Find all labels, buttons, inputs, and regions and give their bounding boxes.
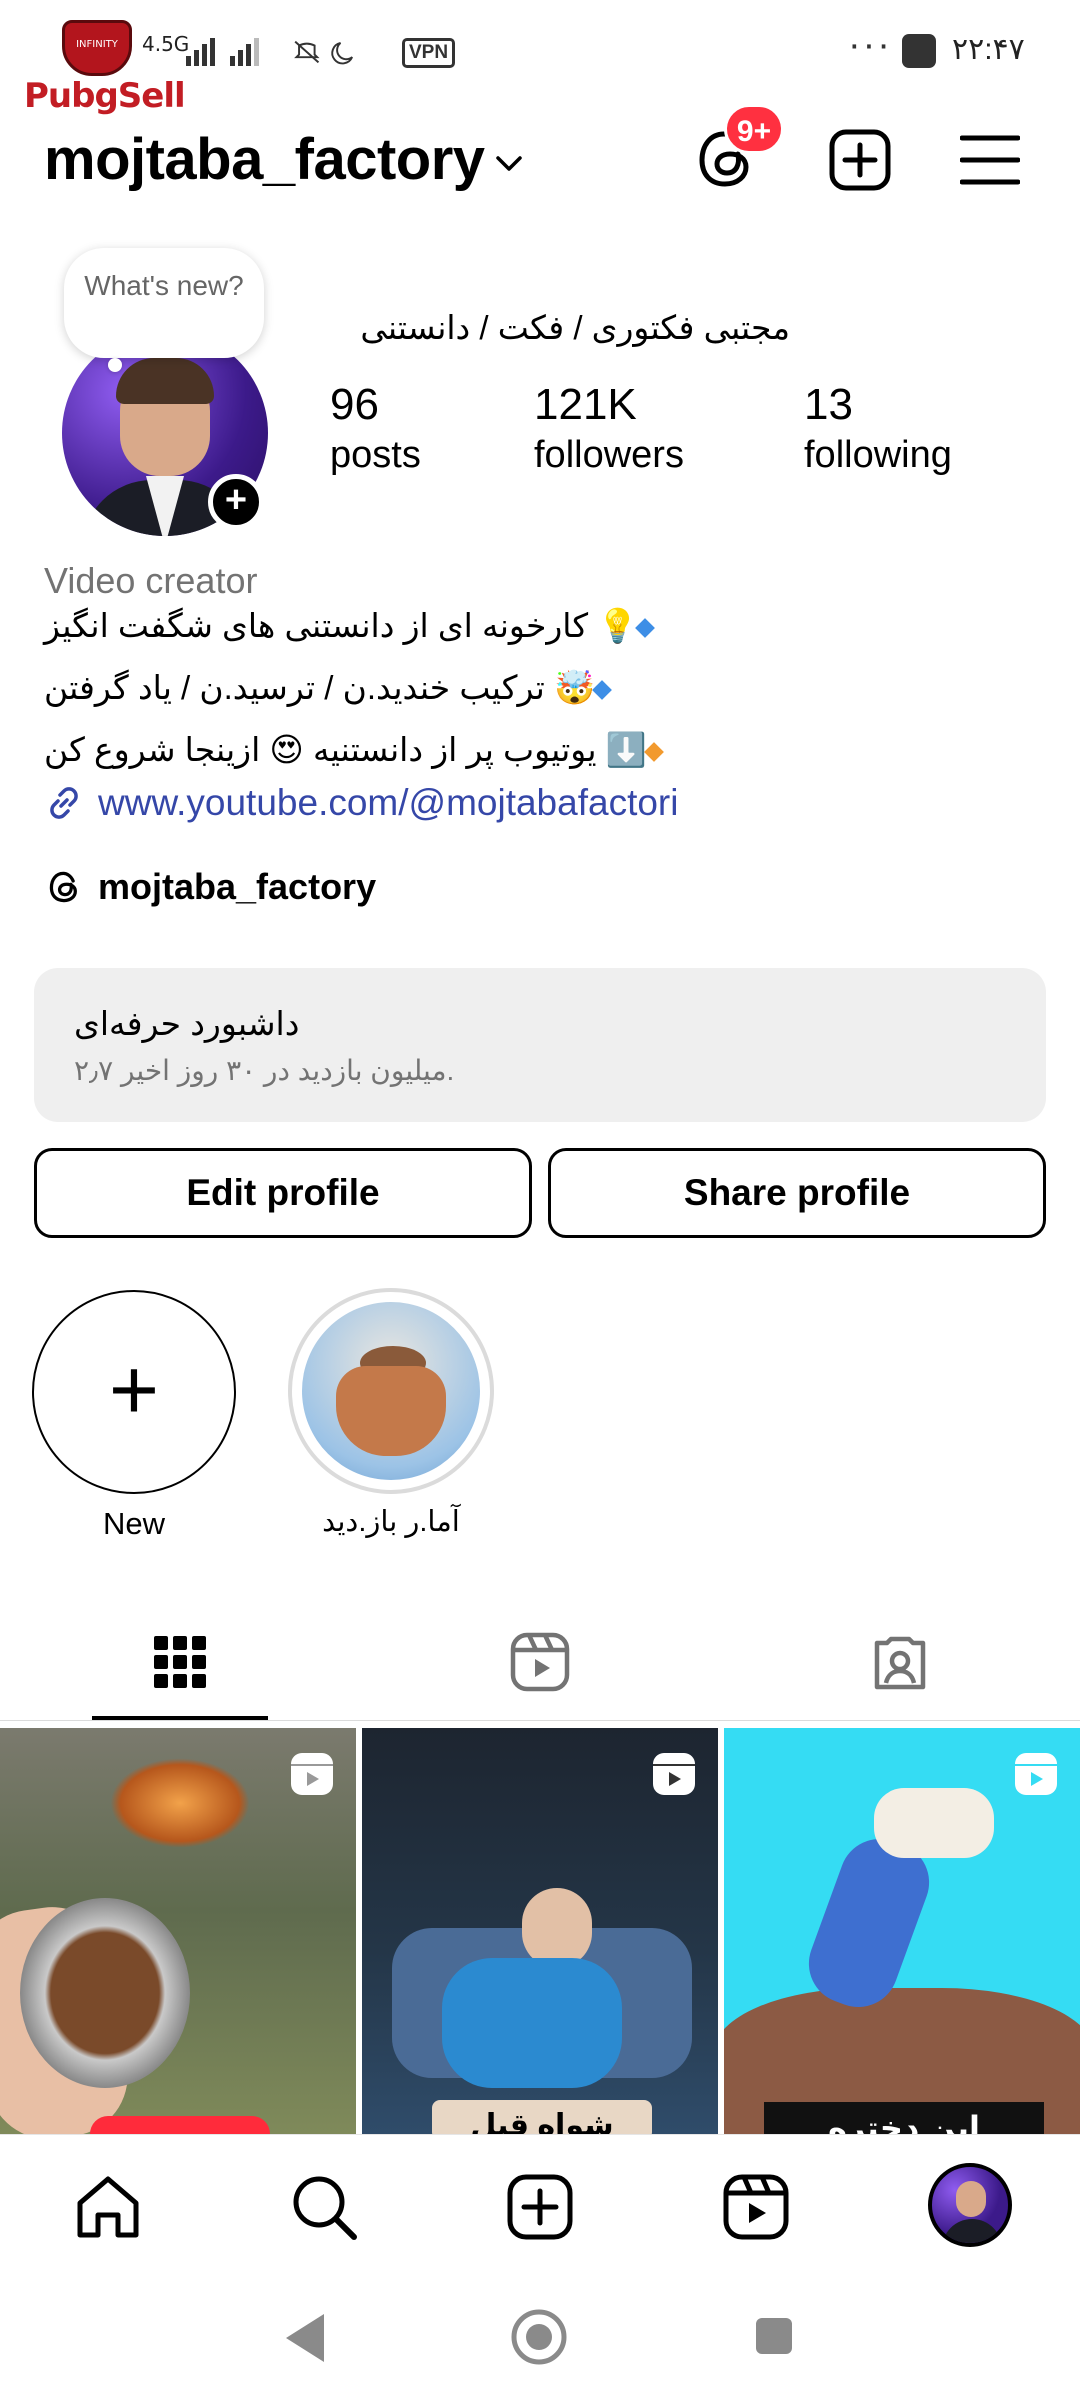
mute-moon-icons [294, 40, 354, 65]
note-bubble[interactable]: What's new? [64, 248, 264, 358]
stat-following[interactable]: 13 following [804, 380, 952, 477]
profile-tabs [0, 1604, 1080, 1724]
back-icon[interactable] [280, 2310, 330, 2366]
link-icon [50, 787, 78, 819]
logo-text: PubgSell [24, 76, 186, 116]
stat-posts[interactable]: 96 posts [330, 380, 421, 477]
signal-icon [186, 38, 259, 66]
notification-badge: 9+ [724, 104, 784, 154]
full-name: مجتبی فکتوری / فکت / دانستنی [360, 309, 790, 346]
threads-icon [49, 871, 77, 903]
chevron-down-icon[interactable] [492, 146, 526, 180]
create-post-icon[interactable] [828, 128, 892, 192]
post-thumbnail[interactable] [0, 1728, 356, 2134]
diamond-bullet-icon [592, 680, 612, 701]
bottom-nav [0, 2134, 1080, 2276]
highlight-cover-image [302, 1302, 480, 1480]
bio-line: ⬇️ یوتیوب پر از دانستنیه 😍 ازینجا شروع ک… [44, 730, 744, 770]
category-label: Video creator [44, 560, 258, 601]
tagged-icon [874, 1636, 926, 1690]
tab-tagged[interactable] [720, 1604, 1080, 1720]
username-switcher[interactable]: mojtaba_factory [44, 126, 485, 193]
reel-badge-icon [291, 1753, 333, 1795]
grid-icon [154, 1636, 206, 1688]
highlight-label: آما.ر باز.دید [322, 1506, 460, 1538]
profile-avatar[interactable] [928, 2163, 1012, 2247]
caption-bar [90, 2116, 270, 2134]
search-icon[interactable] [286, 2169, 362, 2245]
post-caption: این دختره [764, 2102, 1044, 2134]
posts-grid: شواه قبل خواب این دختره [0, 1728, 1080, 2134]
bio-line: 🤯 ترکیب خندید.ن / ترسید.ن / یاد گرفتن [44, 668, 744, 708]
external-link[interactable]: www.youtube.com/@mojtabafactori [44, 782, 678, 824]
share-profile-button[interactable]: Share profile [548, 1148, 1046, 1238]
highlight-item[interactable] [288, 1288, 494, 1494]
reel-badge-icon [1015, 1753, 1057, 1795]
more-status-icon: ··· [848, 24, 892, 66]
post-thumbnail[interactable]: این دختره [724, 1728, 1080, 2134]
system-nav-bar [0, 2276, 1080, 2400]
dashboard-title: داشبورد حرفه‌ای [74, 1005, 300, 1042]
stat-followers[interactable]: 121K followers [534, 380, 684, 477]
reel-badge-icon [653, 1753, 695, 1795]
new-highlight-button[interactable]: + [32, 1290, 236, 1494]
threads-profile-link[interactable]: mojtaba_factory [46, 866, 376, 908]
home-button-icon[interactable] [510, 2308, 568, 2366]
edit-profile-button[interactable]: Edit profile [34, 1148, 532, 1238]
recents-icon[interactable] [752, 2314, 796, 2358]
tabs-divider [0, 1720, 1080, 1721]
create-icon[interactable] [502, 2169, 578, 2245]
reels-icon [510, 1632, 570, 1692]
home-icon[interactable] [70, 2169, 146, 2245]
status-bar: INFINITY PubgSell 4.5G VPN ··· ۲۲:۴۷ [0, 0, 1080, 116]
bio-line: 💡 کارخونه ای از دانستنی های شگفت انگیز [44, 606, 744, 646]
professional-dashboard[interactable]: داشبورد حرفه‌ای ۲٫۷ میلیون بازدید در ۳۰ … [34, 968, 1046, 1122]
status-time: ۲۲:۴۷ [952, 33, 1025, 66]
add-story-icon[interactable]: + [208, 474, 264, 530]
post-caption: شواه قبل خواب [432, 2100, 652, 2134]
app-status-icon [902, 34, 936, 68]
tab-grid[interactable] [0, 1604, 360, 1720]
post-thumbnail[interactable]: شواه قبل خواب [362, 1728, 718, 2134]
highlight-label: New [102, 1506, 165, 1541]
tab-reels[interactable] [360, 1604, 720, 1720]
reels-icon[interactable] [718, 2169, 794, 2245]
plus-icon: + [108, 1342, 160, 1438]
note-bubble-tail [108, 358, 122, 372]
diamond-bullet-icon [635, 618, 656, 639]
logo-shield-icon: INFINITY [62, 20, 132, 76]
vpn-badge: VPN [402, 38, 456, 68]
menu-icon[interactable] [960, 132, 1020, 188]
dashboard-subtitle: ۲٫۷ میلیون بازدید در ۳۰ روز اخیر. [74, 1055, 455, 1086]
